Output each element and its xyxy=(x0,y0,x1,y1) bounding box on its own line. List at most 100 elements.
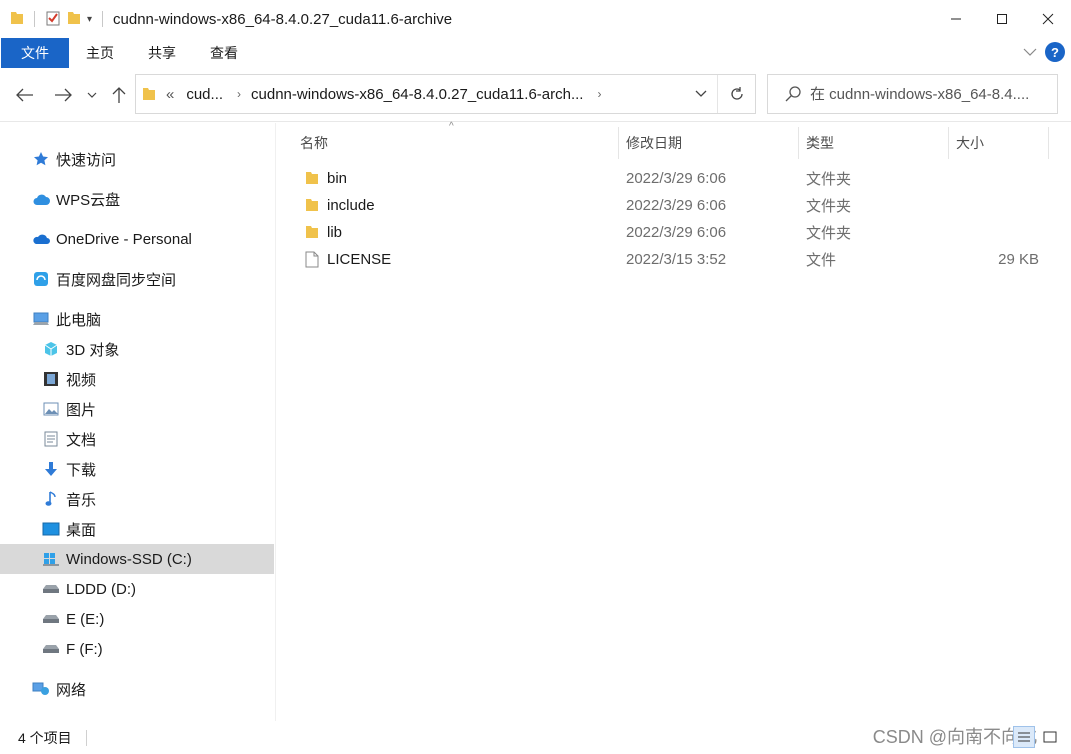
file-name: bin xyxy=(327,170,348,187)
new-folder-icon[interactable] xyxy=(67,10,81,29)
tab-view[interactable]: 查看 xyxy=(193,38,255,68)
search-input[interactable] xyxy=(810,85,1050,103)
column-divider[interactable] xyxy=(798,127,799,159)
window-title: cudnn-windows-x86_64-8.4.0.27_cuda11.6-a… xyxy=(113,10,453,28)
folder-icon xyxy=(305,197,319,216)
help-button[interactable]: ? xyxy=(1045,42,1065,62)
column-header-name[interactable]: 名称 xyxy=(300,127,618,159)
breadcrumb-chevron-icon[interactable]: › xyxy=(597,87,601,101)
view-switcher xyxy=(1013,726,1061,748)
address-bar[interactable]: « cud... › cudnn-windows-x86_64-8.4.0.27… xyxy=(135,74,756,114)
sidebar-item-quick-access[interactable]: 快速访问 xyxy=(0,144,274,174)
column-header-size[interactable]: 大小 xyxy=(956,127,1048,159)
tab-share[interactable]: 共享 xyxy=(131,38,193,68)
sidebar-item-label: OneDrive - Personal xyxy=(56,230,192,248)
folder-icon xyxy=(305,224,319,243)
sidebar-item-videos[interactable]: 视频 xyxy=(0,364,274,394)
file-type: 文件夹 xyxy=(806,171,852,188)
search-box[interactable] xyxy=(767,74,1058,114)
column-divider[interactable] xyxy=(948,127,949,159)
forward-arrow-icon[interactable] xyxy=(52,84,74,106)
file-row-license[interactable]: LICENSE 2022/3/15 3:52 文件 29 KB xyxy=(297,246,1051,273)
maximize-button[interactable] xyxy=(979,0,1025,38)
sidebar-item-drive-d[interactable]: LDDD (D:) xyxy=(0,574,274,604)
navigation-pane: 快速访问 WPS云盘 OneDrive - Personal 百度网盘同步空间 … xyxy=(0,123,276,721)
star-icon xyxy=(32,150,50,168)
desktop-icon xyxy=(42,520,60,538)
tab-home[interactable]: 主页 xyxy=(69,38,131,68)
file-row-include[interactable]: include 2022/3/29 6:06 文件夹 xyxy=(297,192,1051,219)
sidebar-item-label: 快速访问 xyxy=(56,151,117,169)
sidebar-item-baidu-netdisk[interactable]: 百度网盘同步空间 xyxy=(0,264,274,294)
sidebar-item-label: 3D 对象 xyxy=(66,341,120,359)
file-row-lib[interactable]: lib 2022/3/29 6:06 文件夹 xyxy=(297,219,1051,246)
windows-drive-icon xyxy=(42,550,60,568)
close-button[interactable] xyxy=(1025,0,1071,38)
file-type: 文件 xyxy=(806,252,837,269)
sidebar-item-drive-f[interactable]: F (F:) xyxy=(0,634,274,664)
onedrive-icon xyxy=(32,230,50,248)
file-name: include xyxy=(327,197,375,214)
sidebar-item-desktop[interactable]: 桌面 xyxy=(0,514,274,544)
toolbar-divider xyxy=(102,11,104,27)
large-icons-view-icon[interactable] xyxy=(1039,726,1061,748)
tab-file[interactable]: 文件 xyxy=(1,38,69,68)
breadcrumb-item[interactable]: cud... xyxy=(186,86,223,103)
breadcrumb-overflow[interactable]: « xyxy=(166,86,174,103)
sidebar-item-network[interactable]: 网络 xyxy=(0,674,274,704)
expand-ribbon-chevron-icon[interactable] xyxy=(1023,44,1037,60)
sidebar-item-wps-cloud[interactable]: WPS云盘 xyxy=(0,184,274,214)
properties-icon[interactable] xyxy=(45,10,61,29)
file-type: 文件夹 xyxy=(806,198,852,215)
column-header-modified[interactable]: 修改日期 xyxy=(626,127,798,159)
drive-icon xyxy=(42,610,60,628)
search-icon xyxy=(784,85,802,103)
sidebar-item-label: 百度网盘同步空间 xyxy=(56,271,177,289)
breadcrumb-current[interactable]: cudnn-windows-x86_64-8.4.0.27_cuda11.6-a… xyxy=(251,86,583,103)
column-divider[interactable] xyxy=(1048,127,1049,159)
sidebar-item-downloads[interactable]: 下载 xyxy=(0,454,274,484)
refresh-button[interactable] xyxy=(717,75,755,113)
minimize-button[interactable] xyxy=(933,0,979,38)
details-view-icon[interactable] xyxy=(1013,726,1035,748)
file-name: lib xyxy=(327,224,343,241)
title-bar: ▾ cudnn-windows-x86_64-8.4.0.27_cuda11.6… xyxy=(0,0,1071,38)
sidebar-item-documents[interactable]: 文档 xyxy=(0,424,274,454)
sidebar-item-label: 网络 xyxy=(56,681,87,699)
network-icon xyxy=(32,680,50,698)
folder-icon xyxy=(10,10,24,29)
column-header-type[interactable]: 类型 xyxy=(806,127,948,159)
sidebar-item-drive-e[interactable]: E (E:) xyxy=(0,604,274,634)
file-modified: 2022/3/29 6:06 xyxy=(626,197,727,214)
document-icon xyxy=(42,430,60,448)
address-history-chevron-icon[interactable] xyxy=(695,87,707,101)
file-row-bin[interactable]: bin 2022/3/29 6:06 文件夹 xyxy=(297,165,1051,192)
sidebar-item-drive-c[interactable]: Windows-SSD (C:) xyxy=(0,544,274,574)
window-controls xyxy=(933,0,1071,38)
sidebar-item-label: F (F:) xyxy=(66,640,103,658)
breadcrumb-chevron-icon[interactable]: › xyxy=(237,87,241,101)
up-arrow-icon[interactable] xyxy=(108,84,130,106)
file-list-pane: ^ 名称 修改日期 类型 大小 bin 2022/3/29 6:06 文件夹 i… xyxy=(277,121,1071,721)
file-type: 文件夹 xyxy=(806,225,852,242)
customize-toolbar-chevron-icon[interactable]: ▾ xyxy=(87,14,92,25)
sidebar-item-label: WPS云盘 xyxy=(56,191,121,209)
toolbar-divider xyxy=(34,11,35,27)
back-arrow-icon[interactable] xyxy=(14,84,36,106)
video-icon xyxy=(42,370,60,388)
sidebar-item-label: 视频 xyxy=(66,371,97,389)
status-divider xyxy=(85,730,87,746)
sidebar-item-music[interactable]: 音乐 xyxy=(0,484,274,514)
sidebar-item-this-pc[interactable]: 此电脑 xyxy=(0,304,274,334)
sidebar-item-3d-objects[interactable]: 3D 对象 xyxy=(0,334,274,364)
sidebar-item-label: 桌面 xyxy=(66,521,97,539)
baidu-netdisk-icon xyxy=(32,270,50,288)
sidebar-item-onedrive[interactable]: OneDrive - Personal xyxy=(0,224,274,254)
sidebar-item-label: LDDD (D:) xyxy=(66,580,136,598)
pictures-icon xyxy=(42,400,60,418)
sidebar-item-label: 图片 xyxy=(66,401,97,419)
recent-locations-chevron-icon[interactable] xyxy=(84,84,100,106)
sidebar-item-pictures[interactable]: 图片 xyxy=(0,394,274,424)
file-modified: 2022/3/15 3:52 xyxy=(626,251,727,268)
column-divider[interactable] xyxy=(618,127,619,159)
